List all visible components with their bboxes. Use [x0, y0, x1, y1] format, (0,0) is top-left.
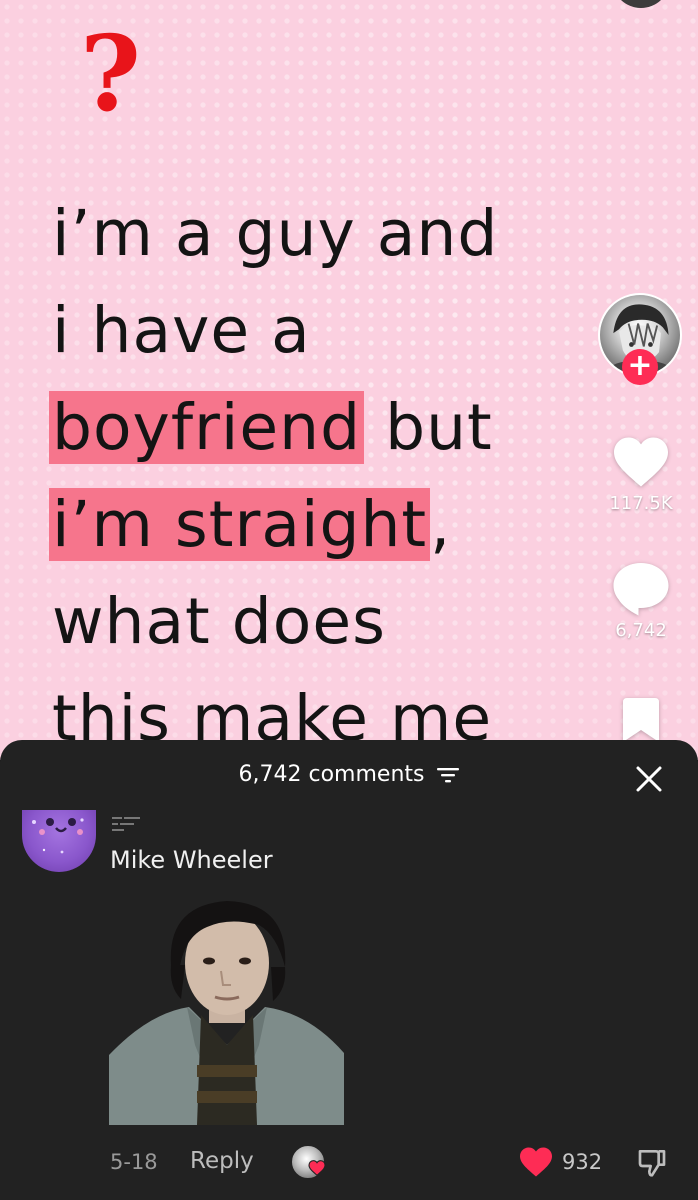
reply-button[interactable]: Reply [190, 1148, 254, 1174]
comment-like-heart-icon[interactable] [518, 1146, 554, 1178]
top-chip [612, 0, 670, 8]
video-caption: i’m a guy and i have a boyfriend but i’m… [49, 185, 612, 760]
question-mark: ? [80, 12, 141, 135]
commenter-avatar[interactable] [22, 810, 96, 872]
caption-line-5: what does [52, 585, 386, 658]
comment-count: 6,742 [615, 620, 667, 641]
dislike-icon[interactable] [636, 1146, 668, 1178]
heart-icon [614, 437, 668, 487]
caption-line-1: i’m a guy and [52, 197, 499, 270]
like-count: 117.5K [609, 493, 673, 514]
comments-sheet: 6,742 comments Mike Wheeler 5-18 Reply 9… [0, 740, 698, 1200]
close-icon[interactable] [634, 764, 664, 794]
bookmark-icon [623, 698, 659, 742]
comment-footer: 5-18 Reply 932 [0, 1142, 698, 1182]
purple-cat-avatar [32, 818, 84, 854]
comment-date: 5-18 [110, 1150, 158, 1174]
filter-icon[interactable] [437, 766, 460, 784]
video-area[interactable]: ? i’m a guy and i have a boyfriend but i… [0, 0, 698, 760]
comment-button[interactable]: 6,742 [594, 560, 688, 641]
caption-highlight: boyfriend [49, 391, 365, 464]
comment-author[interactable]: Mike Wheeler [110, 846, 273, 874]
comment-bubble-icon [613, 563, 669, 616]
creator-liked-heart-icon [308, 1160, 326, 1176]
like-button[interactable]: 117.5K [594, 435, 688, 514]
photo-of-young-man-in-jacket [109, 895, 344, 1125]
sticker-badge-icon [112, 817, 140, 831]
comments-header: 6,742 comments [0, 762, 698, 787]
comments-count-title: 6,742 comments [238, 762, 425, 787]
bookmark-button[interactable] [594, 695, 688, 745]
caption-line-4: i’m straight, [49, 476, 612, 573]
comment-like-count: 932 [562, 1150, 603, 1174]
follow-button[interactable]: + [622, 349, 658, 385]
caption-line-3: boyfriend but [49, 379, 612, 476]
comment-image[interactable] [109, 895, 344, 1125]
caption-highlight: i’m straight [49, 488, 431, 561]
caption-line-2: i have a [52, 294, 311, 367]
